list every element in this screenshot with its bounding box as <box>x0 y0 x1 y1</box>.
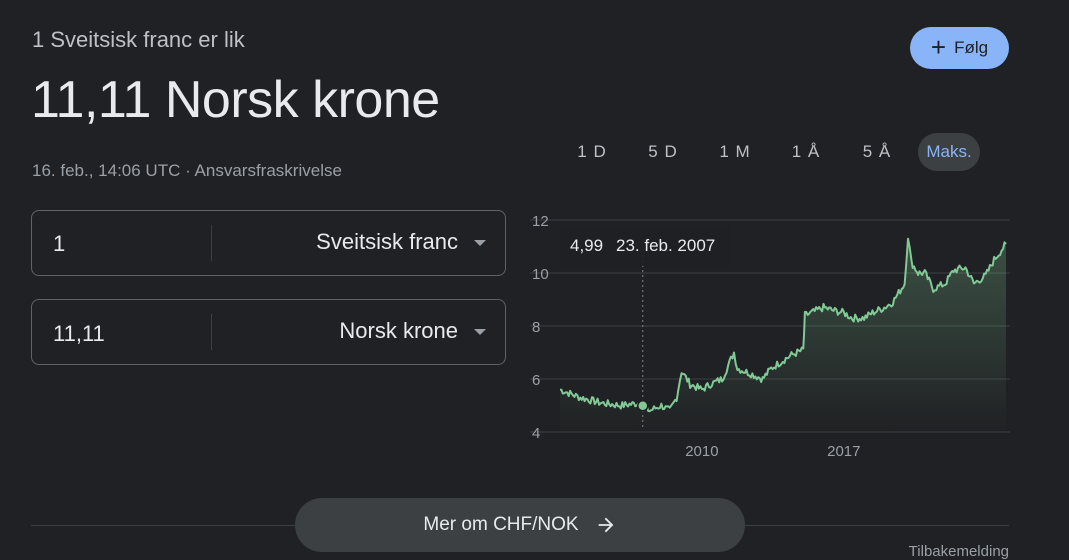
range-tab-5d[interactable]: 5 D <box>639 133 687 171</box>
to-amount-input[interactable]: 11,11 <box>53 321 105 347</box>
converted-value-title: 11,11 Norsk krone <box>31 71 440 129</box>
chevron-down-icon[interactable] <box>474 329 486 335</box>
exchange-rate-chart[interactable]: 12 10 8 6 4 2010 2017 4,99 23. feb. 2007 <box>520 200 1020 470</box>
x-tick-label: 2017 <box>827 443 860 460</box>
to-converter-row: 11,11 Norsk krone <box>31 299 506 365</box>
divider <box>745 525 1009 526</box>
chart-area <box>560 238 1006 432</box>
meta-separator: · <box>180 161 195 180</box>
y-tick-label: 6 <box>532 372 540 389</box>
chevron-down-icon[interactable] <box>474 240 486 246</box>
y-tick-label: 8 <box>532 319 540 336</box>
from-converter-row: 1 Sveitsisk franc <box>31 210 506 276</box>
x-tick-label: 2010 <box>685 443 718 460</box>
y-tick-label: 12 <box>532 213 549 230</box>
to-currency-select[interactable]: Norsk krone <box>339 318 458 344</box>
range-tab-max[interactable]: Maks. <box>918 133 980 171</box>
disclaimer-link[interactable]: Ansvarsfraskrivelse <box>195 161 342 180</box>
y-tick-label: 10 <box>532 266 549 283</box>
plus-icon: + <box>930 31 947 62</box>
tooltip-date: 23. feb. 2007 <box>616 236 715 255</box>
timestamp-line: 16. feb., 14:06 UTC · Ansvarsfraskrivels… <box>32 161 342 181</box>
from-currency-select[interactable]: Sveitsisk franc <box>316 229 458 255</box>
divider <box>31 525 295 526</box>
timestamp: 16. feb., 14:06 UTC <box>32 161 181 180</box>
range-tab-1m[interactable]: 1 M <box>710 133 760 171</box>
range-tab-1d[interactable]: 1 D <box>568 133 616 171</box>
y-tick-label: 4 <box>532 425 540 442</box>
field-separator <box>211 225 212 261</box>
hover-dot <box>637 400 649 412</box>
range-tab-1y[interactable]: 1 Å <box>782 133 830 171</box>
converter-subtitle: 1 Sveitsisk franc er lik <box>32 27 245 52</box>
field-separator <box>211 314 212 350</box>
range-tab-5y[interactable]: 5 Å <box>853 133 901 171</box>
arrow-right-icon <box>598 517 613 533</box>
follow-label: Følg <box>954 38 989 57</box>
more-about-button[interactable]: Mer om CHF/NOK <box>295 498 745 552</box>
follow-button[interactable]: + Følg <box>910 27 1009 69</box>
more-about-label: Mer om CHF/NOK <box>423 514 579 535</box>
from-amount-input[interactable]: 1 <box>53 231 65 257</box>
feedback-link[interactable]: Tilbakemelding <box>909 543 1009 560</box>
tooltip-value: 4,99 <box>570 236 603 255</box>
